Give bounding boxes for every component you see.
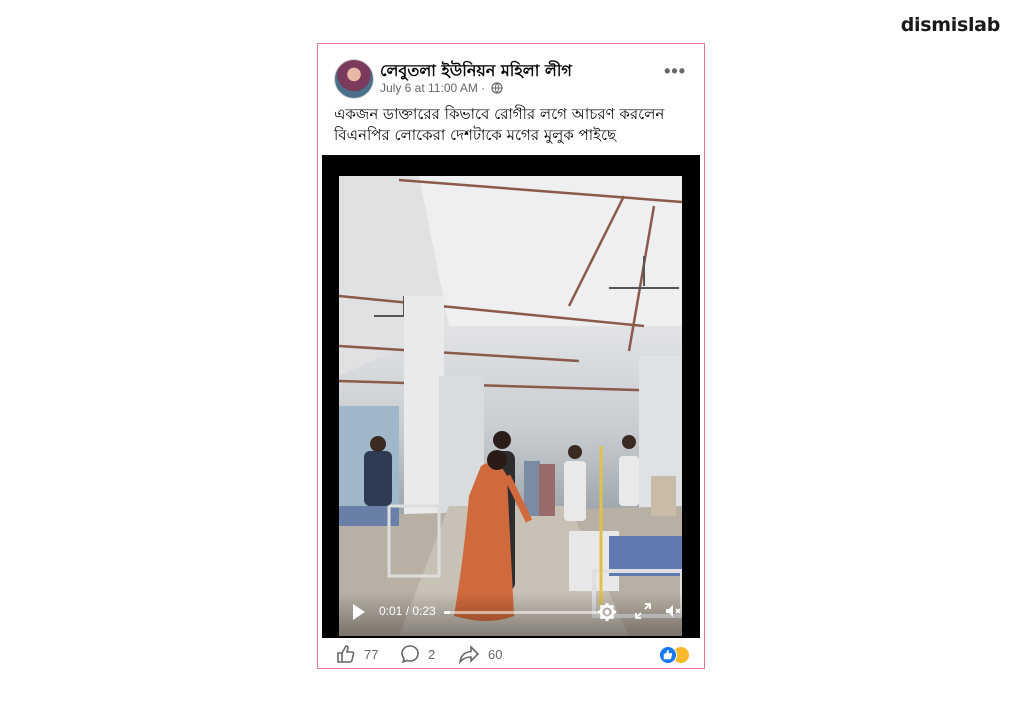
brand-logo: dismislab <box>900 14 1001 36</box>
share-button[interactable]: 60 <box>458 644 502 664</box>
video-progress-fill <box>444 611 451 614</box>
post-text: একজন ডাক্তারের কিভাবে রোগীর লগে আচরণ করল… <box>334 104 694 146</box>
timestamp-text: July 6 at 11:00 AM · <box>380 81 486 95</box>
share-count: 60 <box>488 646 503 662</box>
reaction-summary[interactable] <box>659 646 690 664</box>
mute-icon[interactable] <box>664 602 682 625</box>
video-controls: 0:01 / 0:23 <box>339 592 682 636</box>
post-actions: 77 2 60 <box>318 640 704 668</box>
share-icon <box>458 645 480 664</box>
post-text-line-1: একজন ডাক্তারের কিভাবে রোগীর লগে আচরণ করল… <box>334 105 665 123</box>
video-time: 0:01 / 0:23 <box>379 604 436 618</box>
fullscreen-icon[interactable] <box>634 602 652 625</box>
comment-icon <box>401 645 419 664</box>
play-icon[interactable] <box>353 604 365 620</box>
post-text-line-2: বিএনপির লোকেরা দেশটাকে মগের মুলুক পাইছে <box>334 126 617 144</box>
like-button[interactable]: 77 <box>336 644 378 664</box>
comment-button[interactable]: 2 <box>400 644 435 664</box>
comment-count: 2 <box>428 646 436 662</box>
video-frame[interactable]: 0:01 / 0:23 <box>339 176 682 636</box>
like-icon <box>337 645 355 663</box>
post-timestamp[interactable]: July 6 at 11:00 AM · <box>380 81 503 95</box>
more-options-icon[interactable]: ••• <box>664 62 686 80</box>
like-count: 77 <box>364 646 379 662</box>
globe-icon <box>490 82 503 94</box>
video-progress-bar[interactable] <box>444 611 599 614</box>
facebook-post-card: লেবুতলা ইউনিয়ন মহিলা লীগ July 6 at 11:0… <box>317 43 705 669</box>
video-player[interactable]: 0:01 / 0:23 <box>322 155 700 638</box>
settings-icon[interactable] <box>597 602 617 627</box>
like-reaction-icon <box>659 646 677 664</box>
avatar[interactable] <box>334 59 374 99</box>
hospital-ward-scene <box>339 176 682 636</box>
